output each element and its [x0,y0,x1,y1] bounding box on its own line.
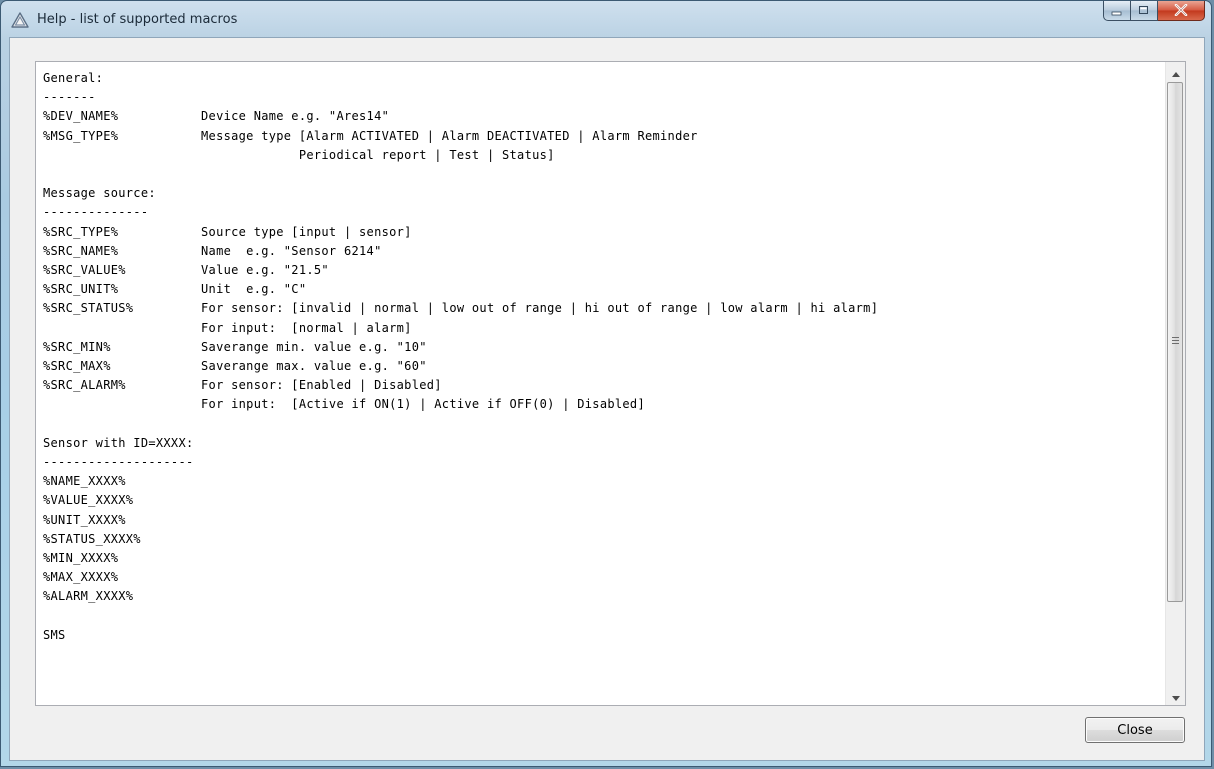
scroll-down-arrow-icon [1171,686,1180,705]
scroll-down-button[interactable] [1166,686,1185,705]
maximize-button[interactable] [1131,1,1158,21]
close-x-icon [1174,1,1188,20]
caption-buttons [1103,1,1205,23]
title-bar[interactable]: Help - list of supported macros [1,1,1211,37]
scroll-up-button[interactable] [1166,62,1185,81]
dialog-client-area: General: ------- %DEV_NAME% Device Name … [9,37,1205,761]
minimize-button[interactable] [1103,1,1131,21]
scroll-up-arrow-icon [1171,62,1180,81]
minimize-icon [1111,1,1123,20]
warning-triangle-icon [11,12,29,28]
scrollbar-thumb[interactable] [1167,82,1183,602]
window-title: Help - list of supported macros [37,12,238,27]
window-close-button[interactable] [1158,1,1205,21]
macros-help-text[interactable]: General: ------- %DEV_NAME% Device Name … [43,69,1155,645]
vertical-scrollbar[interactable] [1165,62,1185,705]
macros-help-textbox[interactable]: General: ------- %DEV_NAME% Device Name … [35,61,1186,706]
close-button[interactable]: Close [1085,717,1185,743]
scrollbar-grip-icon [1172,337,1179,346]
help-dialog-window: Help - list of supported macros General:… [0,0,1212,767]
maximize-icon [1138,1,1150,20]
